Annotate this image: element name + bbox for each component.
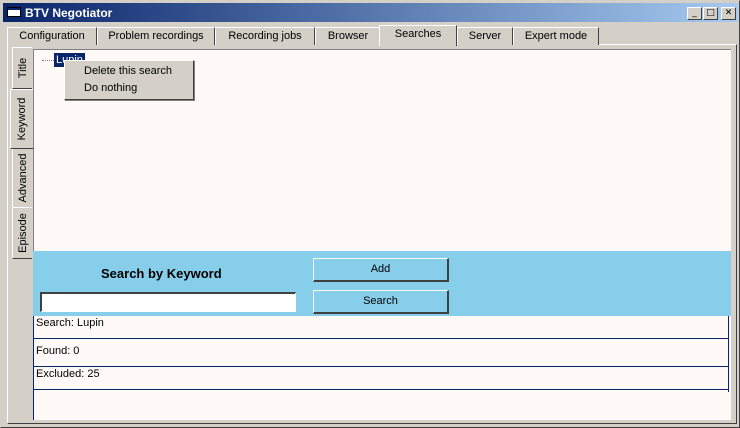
panel-title: Search by Keyword: [101, 266, 222, 281]
side-tab-episode-label: Episode: [16, 213, 29, 253]
tab-expert-mode[interactable]: Expert mode: [513, 27, 599, 45]
side-tab-episode[interactable]: Episode: [12, 207, 32, 259]
maximize-icon[interactable]: □: [703, 7, 718, 20]
add-button[interactable]: Add: [313, 258, 449, 282]
result-search: Search: Lupin: [33, 316, 729, 339]
results-list: Search: Lupin Found: 0 Excluded: 25: [33, 316, 731, 420]
tab-recording-jobs[interactable]: Recording jobs: [215, 27, 315, 45]
result-excluded: Excluded: 25: [33, 367, 729, 390]
tab-configuration[interactable]: Configuration: [7, 27, 97, 45]
app-window-icon: [7, 7, 21, 17]
menu-item-do-nothing[interactable]: Do nothing: [66, 80, 192, 97]
tab-searches[interactable]: Searches: [379, 25, 457, 46]
menu-item-delete-search[interactable]: Delete this search: [66, 63, 192, 80]
side-tab-advanced[interactable]: Advanced: [12, 148, 32, 208]
close-icon[interactable]: ✕: [721, 7, 736, 20]
side-tab-title-label: Title: [16, 57, 29, 79]
side-tab-title[interactable]: Title: [12, 47, 32, 89]
side-tab-keyword-label: Keyword: [16, 97, 28, 141]
app-window: BTV Negotiator _ □ ✕ Configuration Probl…: [0, 0, 740, 428]
tab-browser[interactable]: Browser: [315, 27, 381, 45]
context-menu: Delete this search Do nothing: [64, 60, 194, 100]
search-button[interactable]: Search: [313, 290, 449, 314]
keyword-search-panel: Search by Keyword Add Search: [33, 251, 731, 316]
result-found: Found: 0: [33, 344, 729, 367]
tab-problem-recordings[interactable]: Problem recordings: [97, 27, 215, 45]
side-tab-keyword[interactable]: Keyword: [10, 89, 33, 149]
minimize-icon[interactable]: _: [687, 7, 702, 20]
keyword-input[interactable]: [40, 292, 296, 312]
window-title: BTV Negotiator: [25, 6, 113, 20]
tab-server[interactable]: Server: [457, 27, 513, 45]
side-tab-advanced-label: Advanced: [16, 153, 29, 203]
tree-connector: [42, 60, 54, 61]
title-bar[interactable]: BTV Negotiator _ □ ✕: [3, 3, 738, 22]
